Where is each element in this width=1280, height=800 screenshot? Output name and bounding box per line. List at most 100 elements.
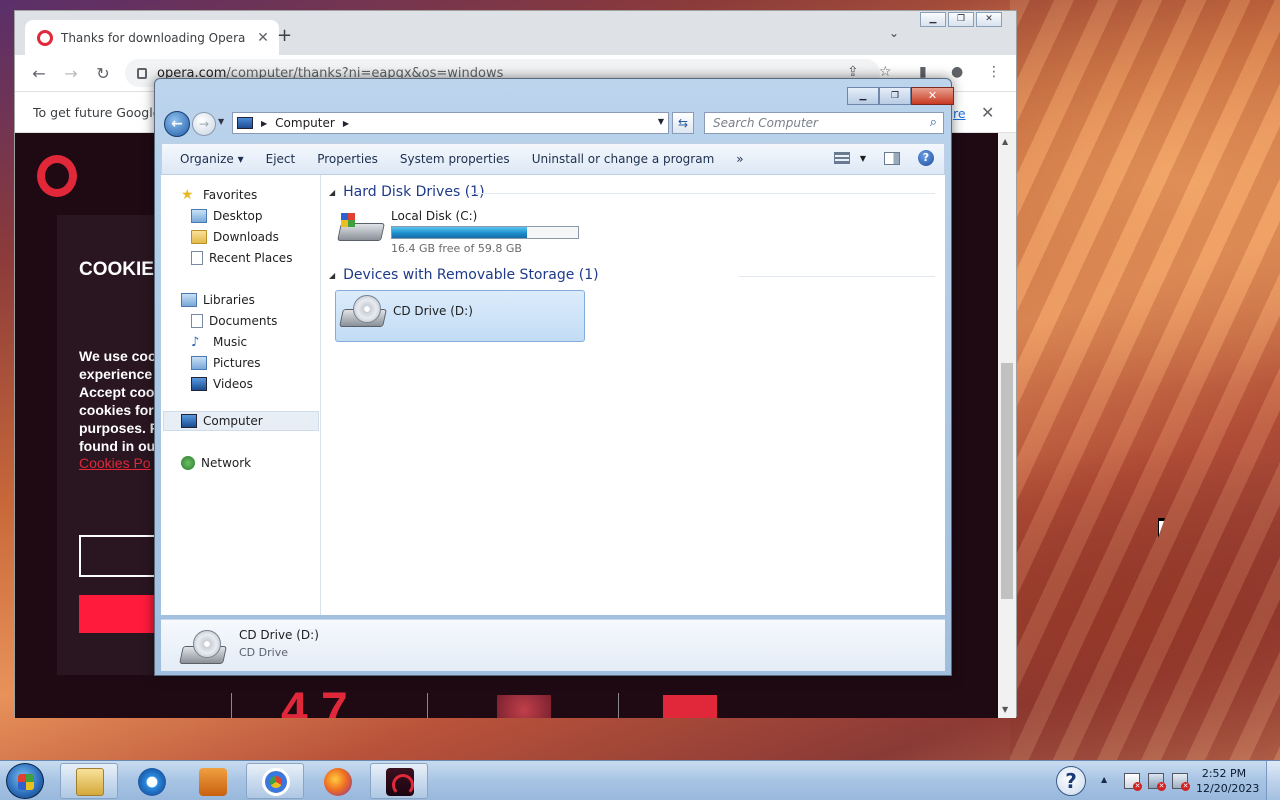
documents-icon <box>191 314 203 328</box>
details-type: CD Drive <box>239 646 288 659</box>
chrome-tab-opera[interactable]: Thanks for downloading Opera ✕ <box>25 20 279 55</box>
chrome-tab-title: Thanks for downloading Opera <box>61 30 246 45</box>
chrome-minimize-button[interactable]: ▁ <box>920 12 946 27</box>
show-desktop-button[interactable] <box>1266 761 1280 800</box>
opera-logo-icon[interactable] <box>37 155 77 197</box>
taskbar-ie-button[interactable] <box>122 763 180 799</box>
taskbar: ? ▲ ✕ ✕ ✕ 2:52 PM 12/20/2023 <box>0 760 1280 800</box>
scroll-up-icon[interactable]: ▲ <box>1002 137 1008 146</box>
nav-item-libraries[interactable]: Libraries <box>181 290 255 310</box>
content-pane: ◢ Hard Disk Drives (1) Local Disk (C:) 16… <box>321 175 945 615</box>
drive-cd-d[interactable]: CD Drive (D:) <box>339 295 473 333</box>
explorer-minimize-button[interactable]: ▁ <box>847 87 879 105</box>
organize-button[interactable]: Organize ▾ <box>172 152 258 166</box>
help-tray-icon[interactable]: ? <box>1056 766 1086 796</box>
forward-arrow-icon[interactable]: → <box>192 112 216 136</box>
mouse-cursor-icon <box>1159 521 1169 535</box>
more-commands-button[interactable]: » <box>728 152 757 166</box>
tab-close-icon[interactable]: ✕ <box>253 30 273 46</box>
search-input[interactable]: Search Computer ⌕ <box>704 112 944 134</box>
profile-avatar-icon[interactable]: ● <box>951 64 963 80</box>
system-clock[interactable]: 2:52 PM 12/20/2023 <box>1196 766 1260 796</box>
taskbar-firefox-button[interactable] <box>308 763 366 799</box>
nav-item-computer[interactable]: Computer <box>181 411 263 431</box>
firefox-icon <box>324 768 352 796</box>
refresh-icon[interactable]: ⇆ <box>672 112 694 134</box>
collapse-triangle-icon[interactable]: ◢ <box>329 188 335 197</box>
nav-item-music[interactable]: ♪ Music <box>191 332 247 352</box>
back-arrow-icon[interactable]: ← <box>164 111 190 137</box>
drive-usage-fill <box>392 227 528 238</box>
nav-item-network[interactable]: Network <box>181 453 251 473</box>
explorer-maximize-button[interactable]: ❐ <box>879 87 911 105</box>
cookies-policy-link[interactable]: Cookies Po <box>79 455 151 471</box>
infobar-close-icon[interactable]: ✕ <box>981 103 994 122</box>
chrome-maximize-button[interactable]: ❐ <box>948 12 974 27</box>
tab-search-chevron-icon[interactable]: ⌄ <box>889 26 899 40</box>
collapse-triangle-icon[interactable]: ◢ <box>329 271 335 280</box>
forward-arrow-icon[interactable]: → <box>55 64 87 83</box>
nav-item-downloads[interactable]: Downloads <box>191 227 279 247</box>
breadcrumb-arrow-icon[interactable]: ▶ <box>261 119 267 128</box>
breadcrumb-computer[interactable]: Computer <box>275 116 335 130</box>
address-history-chevron-icon[interactable]: ▼ <box>658 117 664 126</box>
taskbar-explorer-button[interactable] <box>60 763 118 799</box>
group-header-removable-storage[interactable]: ◢ Devices with Removable Storage (1) <box>329 267 599 283</box>
nav-item-videos[interactable]: Videos <box>191 374 253 394</box>
nav-item-pictures[interactable]: Pictures <box>191 353 261 373</box>
cd-drive-icon <box>339 295 387 333</box>
navigation-pane: ★ Favorites Desktop Downloads Recent Plac… <box>161 175 321 615</box>
downloads-folder-icon <box>191 230 207 244</box>
reload-icon[interactable]: ↻ <box>87 64 119 83</box>
computer-icon <box>237 117 253 129</box>
eject-button[interactable]: Eject <box>258 152 310 166</box>
infobar-link[interactable]: re <box>953 106 966 121</box>
chrome-window-controls: ▁ ❐ ✕ <box>920 12 1002 27</box>
network-tray-icon[interactable]: ✕ <box>1148 773 1166 791</box>
chrome-tab-strip: Thanks for downloading Opera ✕ + ⌄ ▁ ❐ ✕ <box>15 11 1016 55</box>
start-button[interactable] <box>6 763 44 799</box>
search-icon[interactable]: ⌕ <box>930 115 937 130</box>
award-logo-icon <box>663 695 717 718</box>
nav-item-recent-places[interactable]: Recent Places <box>191 248 292 268</box>
show-hidden-icons-chevron-icon[interactable]: ▲ <box>1101 775 1107 784</box>
change-view-button[interactable]: ▼ <box>833 152 866 164</box>
scroll-down-icon[interactable]: ▼ <box>1002 705 1008 714</box>
volume-tray-icon[interactable]: ✕ <box>1172 773 1190 791</box>
clock-date: 12/20/2023 <box>1196 782 1260 795</box>
chrome-scrollbar[interactable]: ▲ ▼ <box>998 133 1016 718</box>
preview-pane-icon[interactable] <box>884 151 900 165</box>
back-arrow-icon[interactable]: ← <box>23 64 55 83</box>
help-icon[interactable]: ? <box>918 150 934 166</box>
media-player-icon <box>199 768 227 796</box>
taskbar-chrome-button[interactable] <box>246 763 304 799</box>
taskbar-opera-gx-button[interactable] <box>370 763 428 799</box>
recent-pages-chevron-icon[interactable]: ▼ <box>218 117 224 126</box>
nav-item-desktop[interactable]: Desktop <box>191 206 263 226</box>
drive-local-disk-c[interactable]: Local Disk (C:) 16.4 GB free of 59.8 GB <box>337 209 579 255</box>
videos-icon <box>191 377 207 391</box>
opera-gx-icon <box>386 768 414 796</box>
explorer-close-button[interactable]: ✕ <box>911 87 954 105</box>
group-divider <box>469 193 935 194</box>
taskbar-media-player-button[interactable] <box>183 763 241 799</box>
action-center-flag-icon[interactable]: ✕ <box>1124 773 1142 791</box>
search-placeholder: Search Computer <box>713 116 818 130</box>
system-properties-button[interactable]: System properties <box>392 152 524 166</box>
chrome-scroll-thumb[interactable] <box>1001 363 1013 599</box>
explorer-address-bar[interactable]: ▶ Computer ▶ ▼ <box>232 112 669 134</box>
recent-places-icon <box>191 251 203 265</box>
menu-dots-icon[interactable]: ⋮ <box>987 64 1001 80</box>
breadcrumb-arrow-icon[interactable]: ▶ <box>343 119 349 128</box>
nav-item-documents[interactable]: Documents <box>191 311 277 331</box>
music-note-icon: ♪ <box>191 335 200 350</box>
chrome-close-button[interactable]: ✕ <box>976 12 1002 27</box>
computer-icon <box>181 414 197 428</box>
pictures-icon <box>191 356 207 370</box>
uninstall-program-button[interactable]: Uninstall or change a program <box>524 152 729 166</box>
group-header-hard-disk-drives[interactable]: ◢ Hard Disk Drives (1) <box>329 184 485 200</box>
lock-icon <box>137 67 147 79</box>
new-tab-button[interactable]: + <box>277 25 292 46</box>
properties-button[interactable]: Properties <box>309 152 392 166</box>
nav-item-favorites[interactable]: ★ Favorites <box>181 185 257 205</box>
